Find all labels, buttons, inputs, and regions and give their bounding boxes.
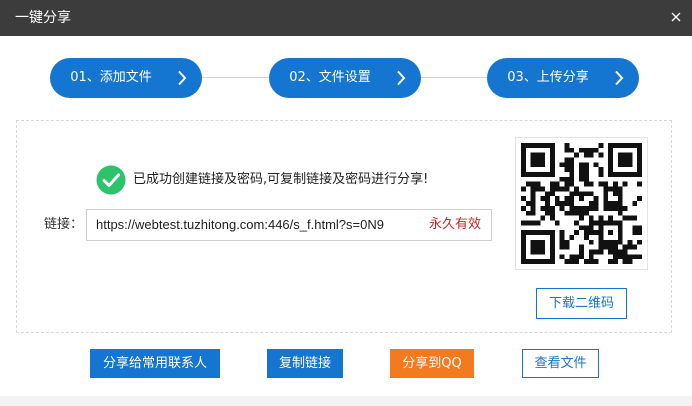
title-bar: 一键分享 [0, 0, 692, 36]
share-dialog: 一键分享 01、添加文件 02、文件设置 03、上传分享 已成功创建链接及密码,… [0, 0, 692, 406]
step-label: 01、添加文件 [70, 70, 152, 85]
step-connector [200, 77, 270, 78]
step-connector [420, 77, 488, 78]
qr-code-image [515, 137, 648, 270]
step-label: 02、文件设置 [289, 70, 371, 85]
copy-link-button[interactable]: 复制链接 [267, 349, 343, 378]
step-add-file[interactable]: 01、添加文件 [50, 58, 202, 98]
view-file-button[interactable]: 查看文件 [522, 349, 599, 378]
step-indicator: 01、添加文件 02、文件设置 03、上传分享 [0, 58, 692, 98]
share-link-url[interactable]: https://webtest.tuzhitong.com:446/s_f.ht… [96, 217, 384, 233]
check-circle-icon [96, 165, 126, 195]
share-link-field[interactable]: https://webtest.tuzhitong.com:446/s_f.ht… [86, 209, 492, 241]
link-validity: 永久有效 [428, 217, 481, 232]
dialog-title: 一键分享 [15, 10, 71, 26]
close-icon[interactable] [669, 9, 683, 23]
chevron-right-icon [614, 70, 624, 86]
chevron-right-icon [396, 70, 406, 86]
dialog-footer [0, 396, 692, 406]
success-message: 已成功创建链接及密码,可复制链接及密码进行分享! [133, 172, 429, 187]
share-to-contacts-button[interactable]: 分享给常用联系人 [90, 349, 220, 378]
step-label: 03、上传分享 [507, 70, 589, 85]
link-label: 链接： [44, 217, 84, 232]
chevron-right-icon [177, 70, 187, 86]
step-upload-share[interactable]: 03、上传分享 [487, 58, 639, 98]
download-qr-button[interactable]: 下载二维码 [536, 288, 627, 319]
step-file-settings[interactable]: 02、文件设置 [269, 58, 421, 98]
share-to-qq-button[interactable]: 分享到QQ [390, 349, 474, 378]
